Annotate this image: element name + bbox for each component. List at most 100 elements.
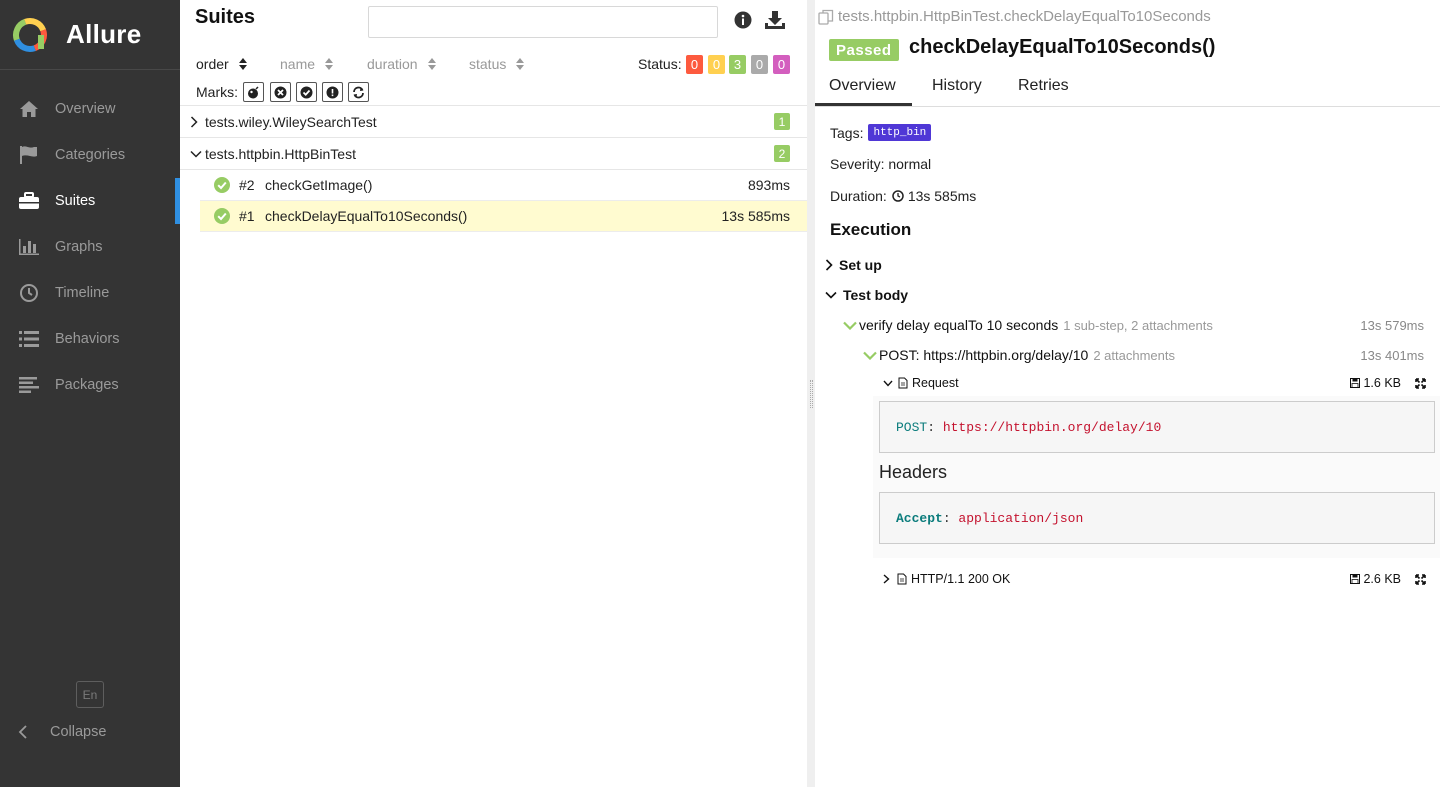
- setup-label: Set up: [839, 257, 882, 273]
- save-icon: [1350, 574, 1361, 584]
- search-input[interactable]: [368, 6, 718, 38]
- sidebar-item-packages[interactable]: Packages: [0, 362, 180, 408]
- collapse-button[interactable]: Collapse: [18, 720, 106, 744]
- attachment-name: HTTP/1.1 200 OK: [911, 572, 1011, 586]
- marks-label: Marks:: [196, 84, 238, 100]
- chevron-down-icon: [883, 380, 893, 387]
- setup-stage[interactable]: Set up: [825, 257, 882, 273]
- breadcrumb[interactable]: tests.httpbin.HttpBinTest.checkDelayEqua…: [818, 8, 1211, 25]
- step-name: verify delay equalTo 10 seconds: [859, 317, 1059, 333]
- execution-title: Execution: [830, 220, 912, 239]
- sidebar-item-categories[interactable]: Categories: [0, 132, 180, 178]
- splitter-grip[interactable]: [810, 380, 813, 408]
- retries-icon[interactable]: [348, 82, 369, 102]
- chevron-right-icon: [825, 259, 833, 271]
- breadcrumb-text: tests.httpbin.HttpBinTest.checkDelayEqua…: [838, 8, 1211, 25]
- chevron-down-icon: [863, 351, 877, 360]
- header-line: Accept: application/json: [879, 492, 1435, 544]
- clock-icon: [18, 282, 40, 304]
- step-verify-delay[interactable]: verify delay equalTo 10 seconds 1 sub-st…: [843, 317, 1440, 333]
- sidebar-item-graphs[interactable]: Graphs: [0, 224, 180, 270]
- tags-line: Tags: http_bin: [830, 124, 932, 141]
- new-failed-icon[interactable]: [270, 82, 291, 102]
- test-order: #2: [239, 177, 255, 193]
- flag-icon: [18, 144, 40, 166]
- chevron-down-icon: [825, 291, 837, 299]
- test-body-label: Test body: [843, 287, 909, 303]
- align-left-icon: [18, 374, 40, 396]
- sidebar-item-suites[interactable]: Suites: [0, 178, 180, 224]
- chevron-left-icon: [18, 725, 27, 739]
- header-value: application/json: [958, 510, 1084, 526]
- status-filter-label: Status:: [638, 56, 682, 72]
- testcase-tabs: Overview History Retries: [815, 70, 1440, 107]
- test-row[interactable]: #2 checkGetImage() 893ms: [200, 170, 807, 201]
- test-name: checkDelayEqualTo10Seconds(): [265, 208, 468, 224]
- sorter-label: duration: [367, 56, 418, 72]
- chevron-right-icon: [190, 115, 198, 128]
- sorter-label: name: [280, 56, 316, 72]
- step-post-request[interactable]: POST: https://httpbin.org/delay/10 2 att…: [863, 347, 1440, 363]
- new-passed-icon[interactable]: [296, 82, 317, 102]
- attachment-response[interactable]: HTTP/1.1 200 OK 2.6 KB: [883, 568, 1428, 590]
- expand-icon[interactable]: [1415, 573, 1426, 585]
- step-name: POST: https://httpbin.org/delay/10: [879, 347, 1089, 363]
- collapse-label: Collapse: [50, 724, 107, 740]
- sidebar-item-label: Suites: [55, 193, 96, 209]
- active-tab-indicator: [815, 103, 912, 106]
- status-filter-unknown[interactable]: 0: [773, 55, 790, 74]
- tab-overview[interactable]: Overview: [829, 77, 896, 95]
- status-filter-passed[interactable]: 3: [729, 55, 746, 74]
- language-switcher[interactable]: En: [76, 681, 104, 708]
- test-name: checkGetImage(): [265, 177, 373, 193]
- status-filter-skipped[interactable]: 0: [751, 55, 768, 74]
- chevron-down-icon: [190, 150, 202, 158]
- new-broken-icon[interactable]: [322, 82, 343, 102]
- expand-icon[interactable]: [1415, 377, 1426, 389]
- sort-icon: [427, 58, 436, 70]
- status-filter-failed[interactable]: 0: [686, 55, 703, 74]
- sidebar-item-overview[interactable]: Overview: [0, 86, 180, 132]
- sort-by-name[interactable]: name: [280, 56, 334, 72]
- list-icon: [18, 328, 40, 350]
- tags-label: Tags:: [830, 124, 864, 141]
- sort-by-duration[interactable]: duration: [367, 56, 436, 72]
- allure-logo-icon: [12, 17, 47, 52]
- status-filter-broken[interactable]: 0: [708, 55, 725, 74]
- sort-toolbar: order name duration status Status: 0 0 3…: [180, 50, 807, 78]
- file-icon: [898, 377, 908, 389]
- attachment-request[interactable]: Request 1.6 KB: [883, 372, 1428, 394]
- tree-group-wiley[interactable]: tests.wiley.WileySearchTest 1: [180, 106, 807, 138]
- sorter-label: status: [469, 56, 507, 72]
- allure-report-app: Allure Overview Categories Suites Graphs…: [0, 0, 1440, 787]
- request-method: POST: [896, 419, 928, 435]
- test-duration: 893ms: [747, 177, 790, 193]
- header-key: Accept: [896, 510, 943, 526]
- sort-by-order[interactable]: order: [196, 56, 247, 72]
- attachment-size: 2.6 KB: [1350, 572, 1401, 586]
- step-meta: 2 attachments: [1093, 347, 1175, 363]
- chevron-right-icon: [883, 574, 890, 584]
- download-icon[interactable]: [764, 10, 786, 32]
- step-duration: 13s 401ms: [1360, 347, 1424, 363]
- tree-group-httpbin[interactable]: tests.httpbin.HttpBinTest 2: [180, 138, 807, 170]
- test-row-selected[interactable]: #1 checkDelayEqualTo10Seconds() 13s 585m…: [200, 201, 807, 232]
- test-body-stage[interactable]: Test body: [825, 287, 908, 303]
- sidebar-item-label: Graphs: [55, 239, 103, 255]
- tab-history[interactable]: History: [932, 77, 982, 95]
- marks-filter: Marks:: [180, 80, 807, 106]
- sort-by-status[interactable]: status: [469, 56, 525, 72]
- group-count-badge: 1: [774, 113, 790, 130]
- copy-icon: [818, 9, 834, 25]
- sidebar-item-timeline[interactable]: Timeline: [0, 270, 180, 316]
- headers-title: Headers: [879, 462, 948, 482]
- brand[interactable]: Allure: [0, 0, 180, 70]
- step-meta: 1 sub-step, 2 attachments: [1063, 317, 1213, 333]
- flaky-icon[interactable]: [243, 82, 264, 102]
- passed-status-icon: [214, 208, 230, 224]
- tab-retries[interactable]: Retries: [1018, 77, 1069, 95]
- sidebar-item-behaviors[interactable]: Behaviors: [0, 316, 180, 362]
- sort-icon: [516, 58, 525, 70]
- info-icon[interactable]: [733, 10, 755, 32]
- severity-line: Severity: normal: [830, 156, 932, 172]
